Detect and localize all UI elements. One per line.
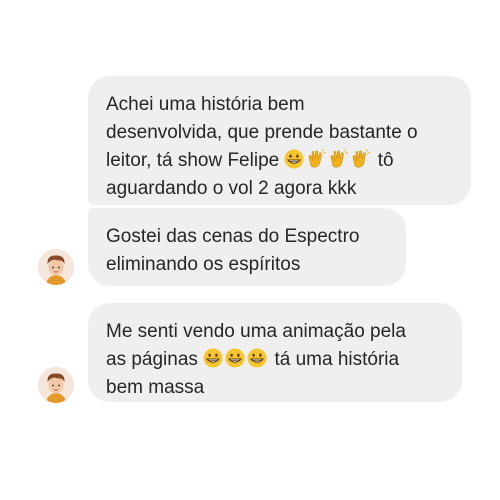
- message-text-part: Achei uma história bem desenvolvida, que…: [106, 94, 418, 171]
- grinning-face-emoji-icon: [203, 348, 223, 368]
- message-text: Gostei das cenas do Espectro eliminando …: [106, 226, 360, 275]
- grinning-face-emoji-icon: [284, 149, 304, 169]
- message-bubble[interactable]: Achei uma história bem desenvolvida, que…: [88, 76, 471, 205]
- grinning-face-emoji-icon: [225, 348, 245, 368]
- message-bubble[interactable]: Me senti vendo uma animação pela as pági…: [88, 303, 462, 402]
- clapping-hands-emoji-icon: [350, 149, 371, 169]
- user-avatar-icon: [38, 367, 74, 403]
- user-avatar-icon: [38, 249, 74, 285]
- grinning-face-emoji-icon: [247, 348, 267, 368]
- clapping-hands-emoji-icon: [306, 149, 327, 169]
- avatar[interactable]: [38, 367, 74, 403]
- clapping-hands-emoji-icon: [328, 149, 349, 169]
- avatar[interactable]: [38, 249, 74, 285]
- message-bubble[interactable]: Gostei das cenas do Espectro eliminando …: [88, 208, 406, 286]
